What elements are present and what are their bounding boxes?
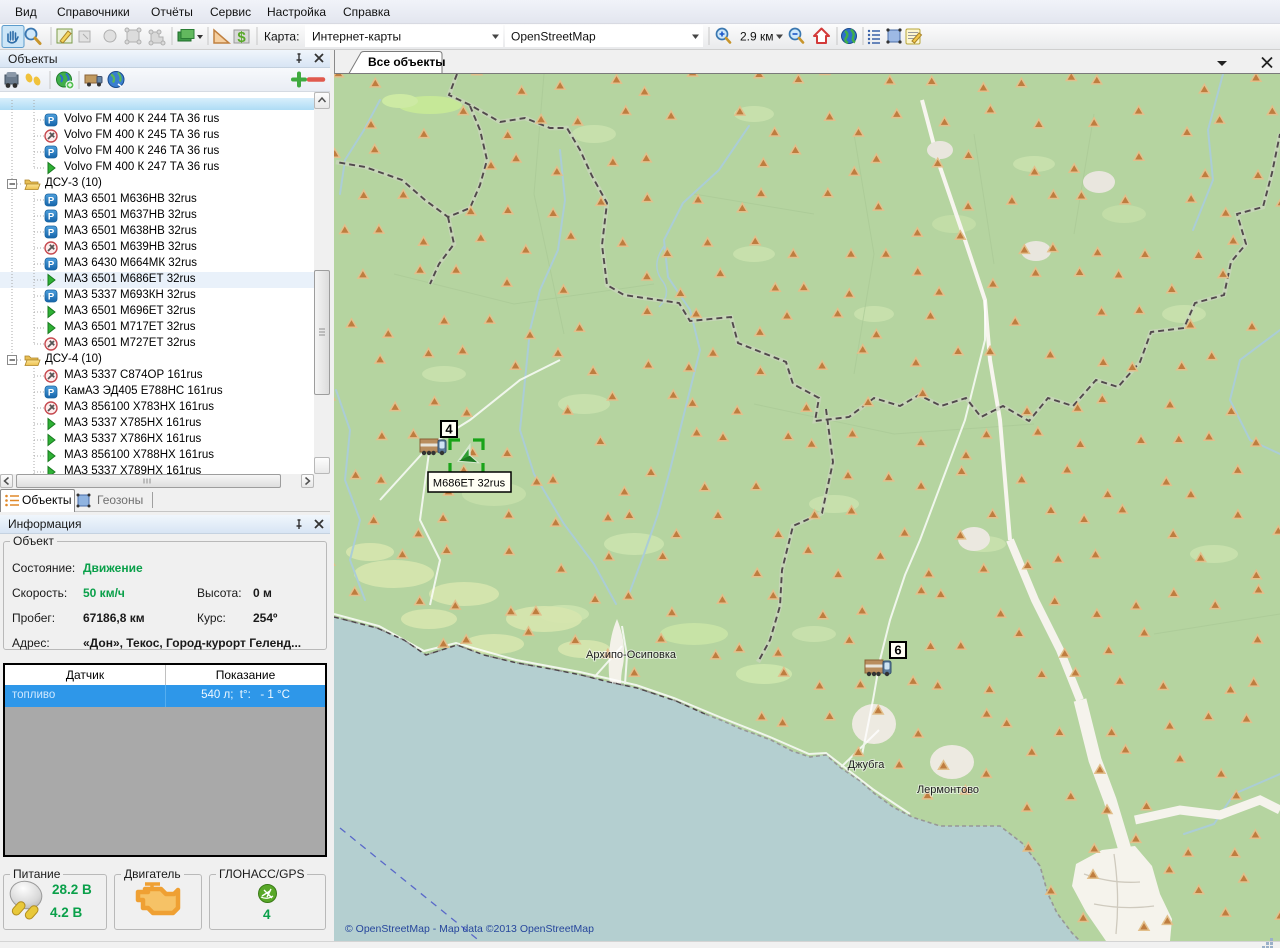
svg-text:P: P: [48, 228, 55, 239]
svg-text:P: P: [48, 260, 55, 271]
svg-text:Джубга: Джубга: [848, 759, 886, 771]
svg-text:P: P: [48, 148, 55, 159]
svg-text:$: $: [237, 29, 246, 46]
svg-text:М686ЕТ 32rus: М686ЕТ 32rus: [433, 478, 506, 490]
svg-text:P: P: [48, 196, 55, 207]
svg-text:Лермонтово: Лермонтово: [917, 784, 979, 796]
svg-text:P: P: [48, 292, 55, 303]
svg-text:OpenStreetMap: OpenStreetMap: [511, 30, 596, 44]
svg-text:6: 6: [894, 643, 901, 658]
svg-text:P: P: [48, 116, 55, 127]
svg-text:4: 4: [445, 422, 453, 437]
svg-text:Архипо-Осиповка: Архипо-Осиповка: [586, 649, 677, 661]
svg-text:Карта:: Карта:: [264, 30, 299, 44]
svg-text:P: P: [48, 388, 55, 399]
svg-text:Интернет-карты: Интернет-карты: [312, 30, 401, 44]
svg-text:© OpenStreetMap - Map data ©20: © OpenStreetMap - Map data ©2013 OpenStr…: [345, 923, 594, 935]
svg-text:2.9 км: 2.9 км: [740, 30, 774, 44]
svg-text:P: P: [48, 212, 55, 223]
